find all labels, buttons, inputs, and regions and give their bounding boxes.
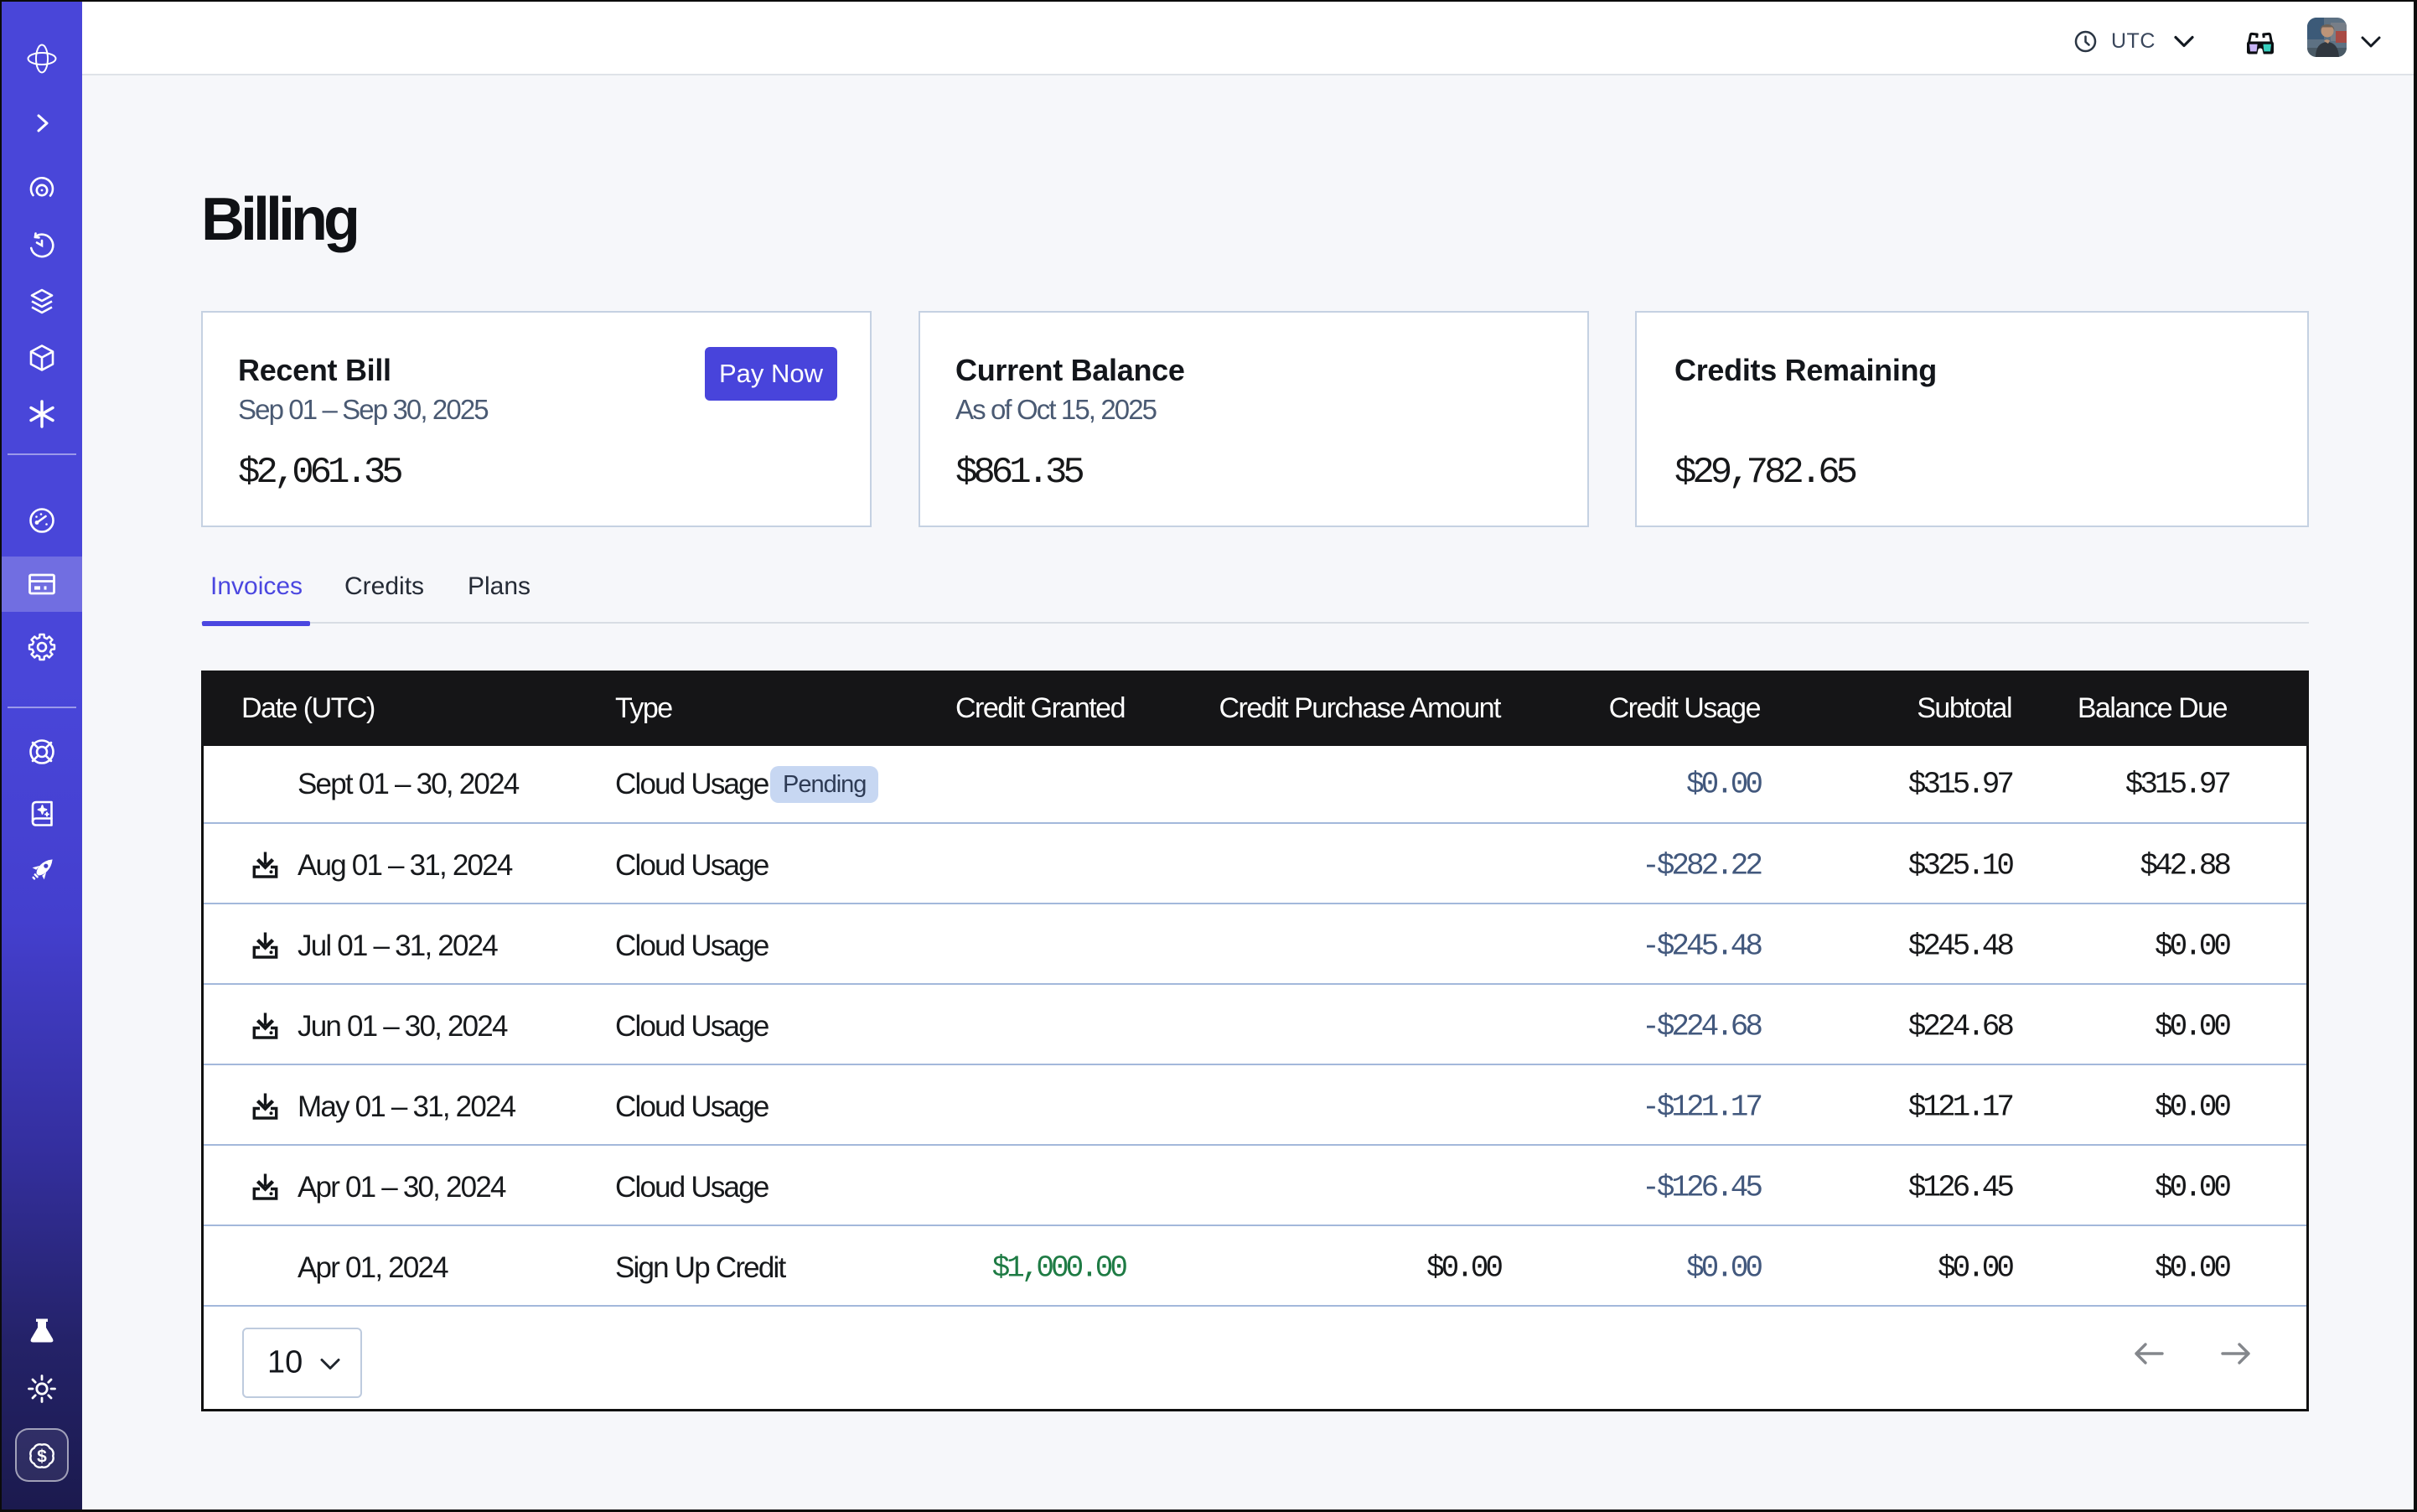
svg-text:$: $ xyxy=(37,1447,47,1467)
